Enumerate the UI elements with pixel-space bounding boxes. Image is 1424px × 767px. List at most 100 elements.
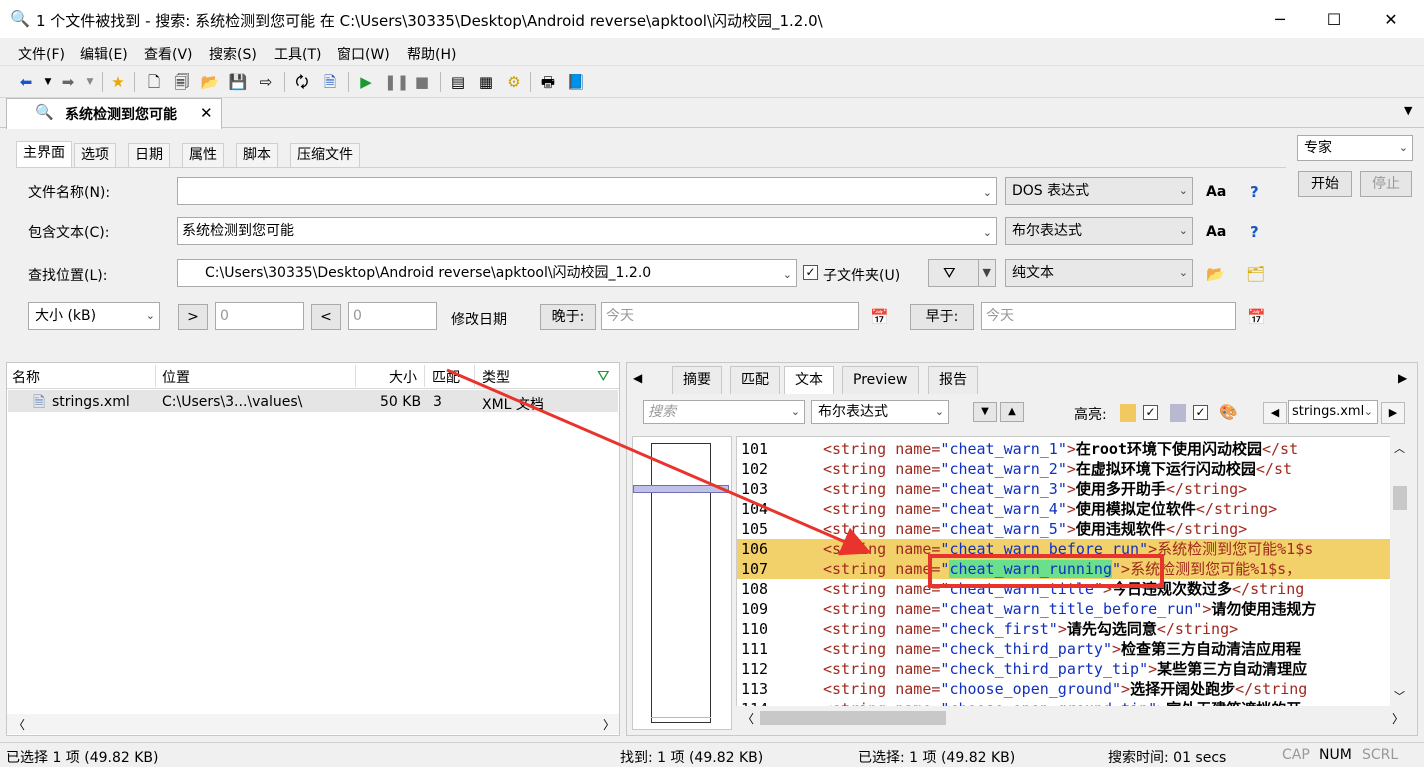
export-icon[interactable]: ⇨ bbox=[256, 72, 276, 92]
highlight-checkbox-1[interactable]: ✓ bbox=[1143, 405, 1158, 420]
prev-match-button[interactable]: ▲ bbox=[1000, 402, 1024, 422]
size-max-input[interactable]: 0 bbox=[348, 302, 437, 330]
highlight-color-2[interactable] bbox=[1170, 404, 1186, 422]
case-sensitive-icon[interactable]: Aa bbox=[1206, 184, 1226, 200]
col-header-matches[interactable]: 匹配 bbox=[432, 367, 460, 387]
col-header-name[interactable]: 名称 bbox=[12, 367, 40, 387]
code-scroll-right-icon[interactable]: 〉 bbox=[1392, 710, 1404, 727]
panel-layout-icon[interactable]: ▦ bbox=[476, 72, 496, 92]
new-document-icon[interactable]: 🗋 bbox=[144, 72, 164, 92]
column-filter-icon[interactable]: ⛛ bbox=[597, 367, 610, 385]
scroll-right-icon[interactable]: 〉 bbox=[603, 716, 615, 733]
tab-attributes[interactable]: 属性 bbox=[182, 143, 224, 167]
text-type-select[interactable]: 纯文本 ⌄ bbox=[1005, 259, 1193, 287]
play-icon[interactable]: ▶ bbox=[356, 72, 376, 92]
less-than-button[interactable]: < bbox=[311, 304, 341, 330]
window-layout-icon[interactable]: ▤ bbox=[448, 72, 468, 92]
stop-icon[interactable]: ■ bbox=[412, 72, 432, 92]
prev-file-button[interactable]: ◀ bbox=[1263, 402, 1287, 424]
start-button[interactable]: 开始 bbox=[1298, 171, 1352, 197]
help-icon[interactable]: ? bbox=[1250, 183, 1259, 201]
file-name-cell[interactable]: strings.xml bbox=[52, 394, 130, 410]
tab-script[interactable]: 脚本 bbox=[236, 143, 278, 167]
scroll-down-icon[interactable]: ﹀ bbox=[1394, 688, 1405, 704]
tab-list-dropdown-icon[interactable]: ▼ bbox=[1404, 104, 1412, 117]
after-button[interactable]: 晚于: bbox=[540, 304, 596, 330]
size-unit-select[interactable]: 大小 (kB) ⌄ bbox=[28, 302, 160, 330]
next-match-button[interactable]: ▼ bbox=[973, 402, 997, 422]
contains-mode-select[interactable]: 布尔表达式 ⌄ bbox=[1005, 217, 1193, 245]
contains-text-input[interactable]: 系统检测到您可能 ⌄ bbox=[177, 217, 997, 245]
preview-search-input[interactable]: 搜索 ⌄ bbox=[643, 400, 805, 424]
favorites-star-icon[interactable]: ★ bbox=[108, 72, 128, 92]
book-icon[interactable]: 📘 bbox=[566, 72, 586, 92]
case-sensitive-icon-2[interactable]: Aa bbox=[1206, 224, 1226, 240]
calendar-icon-2[interactable]: 📅 bbox=[1247, 308, 1266, 326]
menu-view[interactable]: 查看(V) bbox=[144, 44, 193, 64]
mode-select[interactable]: 专家 ⌄ bbox=[1297, 135, 1413, 161]
preview-tabs-right-icon[interactable]: ▶ bbox=[1398, 371, 1407, 385]
back-dropdown-icon[interactable]: ▼ bbox=[38, 72, 58, 92]
tab-date[interactable]: 日期 bbox=[128, 143, 170, 167]
tab-matches[interactable]: 匹配 bbox=[730, 366, 780, 394]
browse-folder-icon[interactable]: 📂 bbox=[1206, 265, 1225, 283]
close-tab-icon[interactable]: ✕ bbox=[200, 104, 213, 122]
open-folder-icon[interactable]: 📂 bbox=[200, 72, 220, 92]
document-overview[interactable] bbox=[632, 436, 732, 730]
tab-main[interactable]: 主界面 bbox=[16, 141, 72, 167]
tab-archive[interactable]: 压缩文件 bbox=[290, 143, 360, 167]
help-icon-2[interactable]: ? bbox=[1250, 223, 1259, 241]
menu-edit[interactable]: 编辑(E) bbox=[80, 44, 128, 64]
tab-report[interactable]: 报告 bbox=[928, 366, 978, 394]
before-button[interactable]: 早于: bbox=[910, 304, 974, 330]
save-icon[interactable]: 💾 bbox=[228, 72, 248, 92]
close-window-button[interactable]: ✕ bbox=[1364, 0, 1418, 38]
highlight-checkbox-2[interactable]: ✓ bbox=[1193, 405, 1208, 420]
col-header-type[interactable]: 类型 bbox=[482, 367, 510, 387]
palette-icon[interactable]: 🎨 bbox=[1219, 403, 1238, 421]
multiple-folders-icon[interactable]: 🗂 bbox=[1246, 265, 1265, 283]
menu-search[interactable]: 搜索(S) bbox=[209, 44, 257, 64]
after-date-input[interactable]: 今天 bbox=[601, 302, 859, 330]
menu-help[interactable]: 帮助(H) bbox=[407, 44, 456, 64]
subfolder-checkbox[interactable]: ✓ bbox=[803, 265, 818, 280]
back-arrow-icon[interactable]: ⬅ bbox=[16, 72, 36, 92]
col-header-size[interactable]: 大小 bbox=[389, 367, 417, 387]
tab-summary[interactable]: 摘要 bbox=[672, 366, 722, 394]
copy-document-icon[interactable]: 🗐 bbox=[172, 72, 192, 92]
tab-options[interactable]: 选项 bbox=[74, 143, 116, 167]
greater-than-button[interactable]: > bbox=[178, 304, 208, 330]
settings-document-icon[interactable]: ⚙ bbox=[504, 72, 524, 92]
next-file-button[interactable]: ▶ bbox=[1381, 402, 1405, 424]
filename-mode-select[interactable]: DOS 表达式 ⌄ bbox=[1005, 177, 1193, 205]
code-scroll-left-icon[interactable]: 〈 bbox=[742, 710, 754, 727]
print-icon[interactable]: 🖶 bbox=[538, 72, 558, 92]
highlight-color-1[interactable] bbox=[1120, 404, 1136, 422]
location-input[interactable]: C:\Users\30335\Desktop\Android reverse\a… bbox=[177, 259, 797, 287]
forward-dropdown-icon[interactable]: ▼ bbox=[80, 72, 100, 92]
code-view[interactable]: 101 <string name="cheat_warn_1">在root环境下使… bbox=[736, 436, 1390, 706]
refresh-document-icon[interactable]: 🗘 bbox=[292, 72, 312, 92]
filename-input[interactable]: ⌄ bbox=[177, 177, 997, 205]
menu-window[interactable]: 窗口(W) bbox=[337, 44, 390, 64]
scroll-left-icon[interactable]: 〈 bbox=[13, 716, 25, 733]
calendar-icon[interactable]: 📅 bbox=[870, 308, 889, 326]
menu-tools[interactable]: 工具(T) bbox=[274, 44, 321, 64]
col-header-location[interactable]: 位置 bbox=[162, 367, 190, 387]
tab-text[interactable]: 文本 bbox=[784, 366, 834, 394]
results-horizontal-scrollbar[interactable]: 〈 〉 bbox=[7, 714, 619, 734]
document-tab[interactable]: 🔍 系统检测到您可能 ✕ bbox=[6, 98, 222, 129]
tab-preview[interactable]: Preview bbox=[842, 366, 919, 394]
before-date-input[interactable]: 今天 bbox=[981, 302, 1236, 330]
preview-tabs-left-icon[interactable]: ◀ bbox=[633, 371, 642, 385]
code-horizontal-scrollbar[interactable]: 〈 〉 bbox=[736, 706, 1410, 730]
maximize-button[interactable]: ☐ bbox=[1307, 0, 1361, 38]
file-select[interactable]: strings.xml ⌄ bbox=[1288, 400, 1378, 424]
scroll-up-icon[interactable]: ︿ bbox=[1394, 440, 1405, 456]
filter-dropdown[interactable]: ⛛ ▼ bbox=[928, 259, 996, 287]
preview-mode-select[interactable]: 布尔表达式 ⌄ bbox=[811, 400, 949, 424]
stop-button[interactable]: 停止 bbox=[1360, 171, 1412, 197]
search-document-icon[interactable]: 🗎 bbox=[320, 72, 340, 92]
size-min-input[interactable]: 0 bbox=[215, 302, 304, 330]
overview-viewport-marker[interactable] bbox=[633, 485, 729, 493]
